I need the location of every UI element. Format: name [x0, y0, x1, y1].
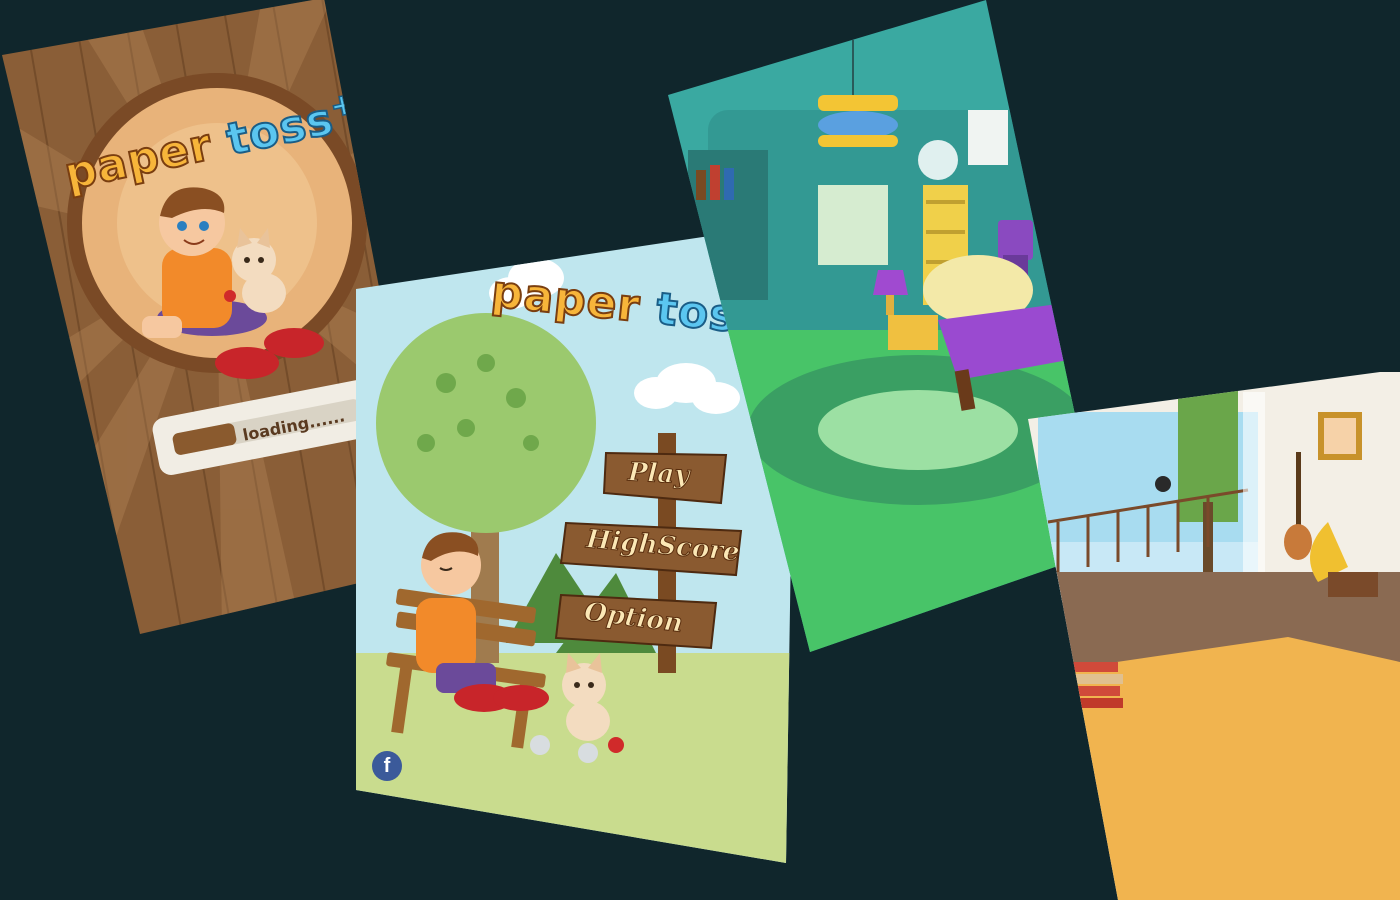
window-view	[1038, 382, 1258, 602]
living-room-scene	[1028, 372, 1400, 900]
dino-poster	[818, 185, 888, 265]
living-room-background	[1028, 372, 1400, 900]
globe	[918, 140, 958, 180]
play-button[interactable]: Play	[627, 457, 691, 491]
wall-poster	[968, 110, 1008, 165]
facebook-icon[interactable]: f	[372, 751, 402, 781]
nightstand	[888, 315, 938, 350]
toucan-bird	[1155, 476, 1171, 492]
